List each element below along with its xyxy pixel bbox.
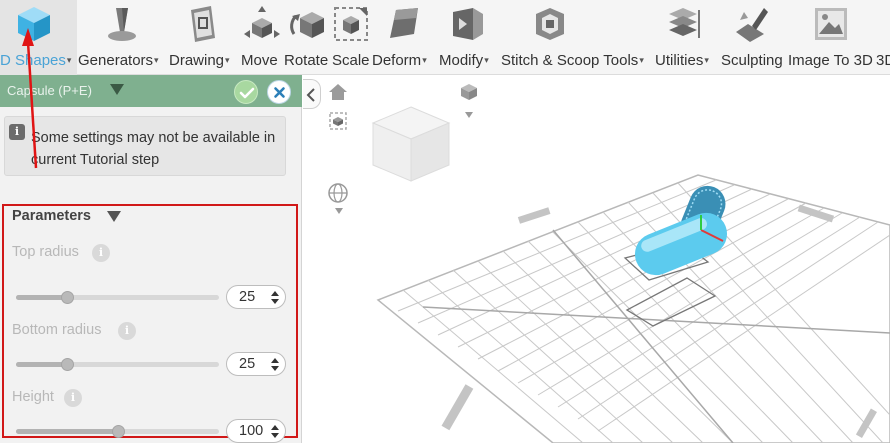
slider-thumb[interactable] <box>60 358 74 371</box>
slider-fill <box>16 295 67 300</box>
info-icon[interactable]: i <box>118 322 136 340</box>
panel-dropdown-caret[interactable] <box>110 84 124 95</box>
tool-3d-shapes[interactable]: D Shapes▾ <box>0 0 77 75</box>
tool-modify[interactable]: Modify▾ <box>437 0 499 75</box>
parameters-collapse-caret[interactable] <box>107 211 121 222</box>
tool-label: Utilities▾ <box>655 52 709 69</box>
perspective-icon[interactable] <box>458 81 480 103</box>
slider-fill <box>16 362 67 367</box>
spinner-icon[interactable] <box>271 290 279 305</box>
home-icon[interactable] <box>328 83 348 101</box>
slider-fill <box>16 429 118 434</box>
tool-label: Deform▾ <box>372 52 427 69</box>
close-icon <box>274 87 285 98</box>
fit-view-icon[interactable] <box>328 111 348 131</box>
chevron-down-icon[interactable] <box>334 207 344 215</box>
app-window: D Shapes▾ Generators▾ Drawing▾ Move Rota… <box>0 0 890 443</box>
height-slider[interactable] <box>16 425 219 438</box>
top-radius-label: Top radius <box>12 244 79 260</box>
cube-icon <box>18 7 50 41</box>
tool-label: Modify▾ <box>439 52 489 69</box>
top-radius-input[interactable]: 25 <box>226 285 286 309</box>
notice-text: Some settings may not be available in cu… <box>31 130 276 168</box>
tool-label: Image To 3D <box>788 52 873 69</box>
drawing-icon <box>191 6 215 42</box>
chevron-down-icon[interactable] <box>464 111 474 119</box>
info-icon: i <box>9 124 25 140</box>
tool-label: Generators▾ <box>78 52 159 69</box>
tool-scale[interactable]: Scale <box>331 0 371 75</box>
tool-label: Drawing▾ <box>169 52 230 69</box>
sculpting-icon <box>736 8 768 42</box>
3d-viewport[interactable] <box>303 75 890 443</box>
utilities-icon <box>669 8 700 38</box>
tool-label: Stitch & Scoop Tools▾ <box>501 52 644 69</box>
spinner-icon[interactable] <box>271 424 279 439</box>
tool-utilities[interactable]: Utilities▾ <box>655 0 719 75</box>
tool-image-to-3d[interactable]: Image To 3D <box>787 0 878 75</box>
rotate-icon <box>290 12 324 38</box>
parameters-heading: Parameters <box>12 208 91 224</box>
image-icon <box>815 8 847 40</box>
tool-label: Move <box>241 52 278 69</box>
check-icon <box>239 87 255 99</box>
tool-label: Sculpting <box>721 52 783 69</box>
tool-label: 3D <box>876 52 890 69</box>
info-icon[interactable]: i <box>64 389 82 407</box>
cancel-button[interactable] <box>267 80 291 104</box>
orbit-icon[interactable] <box>327 182 349 204</box>
height-value: 100 <box>239 423 264 439</box>
tool-deform[interactable]: Deform▾ <box>372 0 436 75</box>
confirm-button[interactable] <box>234 80 258 104</box>
scale-icon <box>334 7 368 41</box>
slider-thumb[interactable] <box>60 291 74 304</box>
tool-drawing[interactable]: Drawing▾ <box>169 0 239 75</box>
tool-stitch-scoop[interactable]: Stitch & Scoop Tools▾ <box>500 0 654 75</box>
top-radius-slider[interactable] <box>16 291 219 304</box>
properties-panel: Capsule (P+E) i Some settings may not be… <box>0 75 302 443</box>
height-input[interactable]: 100 <box>226 419 286 443</box>
height-label: Height <box>12 389 54 405</box>
bottom-radius-input[interactable]: 25 <box>226 352 286 376</box>
tool-3d-more[interactable]: 3D <box>876 0 890 75</box>
bottom-radius-label: Bottom radius <box>12 322 102 338</box>
tool-label: Scale <box>332 52 370 69</box>
top-radius-value: 25 <box>239 289 256 305</box>
slider-thumb[interactable] <box>111 425 125 438</box>
tool-generators[interactable]: Generators▾ <box>78 0 168 75</box>
bottom-radius-value: 25 <box>239 356 256 372</box>
bottom-radius-slider[interactable] <box>16 358 219 371</box>
panel-header: Capsule (P+E) <box>0 75 302 107</box>
tool-label: D Shapes▾ <box>0 52 72 69</box>
tool-sculpting[interactable]: Sculpting <box>720 0 786 75</box>
modify-icon <box>453 8 483 40</box>
main-toolbar: D Shapes▾ Generators▾ Drawing▾ Move Rota… <box>0 0 890 75</box>
navigation-cube[interactable] <box>363 97 459 207</box>
info-icon[interactable]: i <box>92 244 110 262</box>
tutorial-notice: i Some settings may not be available in … <box>4 116 286 176</box>
spinner-icon[interactable] <box>271 357 279 372</box>
tool-move[interactable]: Move <box>240 0 283 75</box>
panel-title: Capsule (P+E) <box>7 83 92 98</box>
stitch-icon <box>536 8 564 40</box>
move-icon <box>244 6 280 38</box>
tool-rotate[interactable]: Rotate <box>284 0 330 75</box>
generator-icon <box>108 8 136 41</box>
tool-label: Rotate <box>284 52 329 69</box>
deform-icon <box>390 8 418 38</box>
